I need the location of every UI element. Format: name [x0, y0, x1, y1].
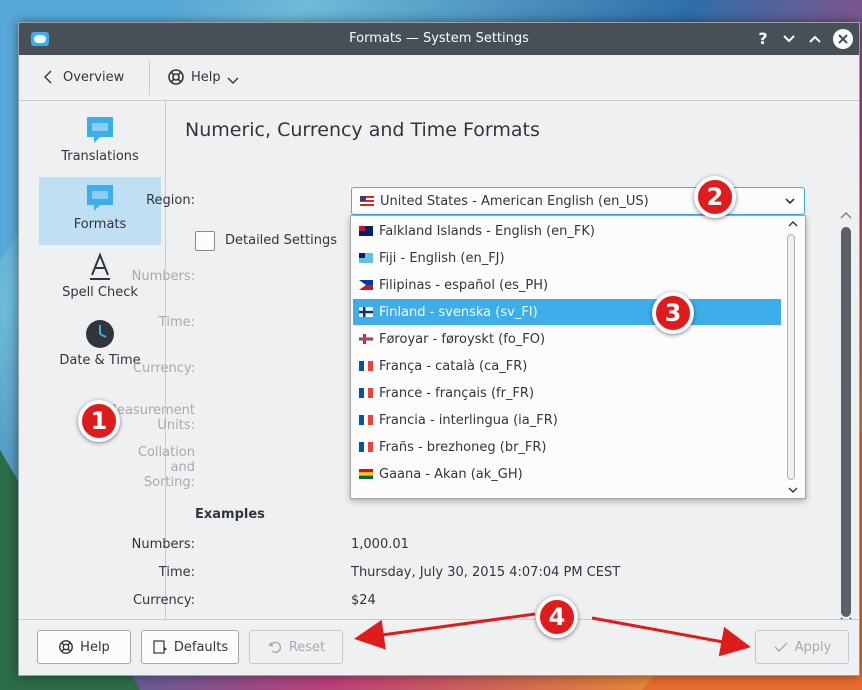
date-time-icon	[86, 320, 114, 348]
list-item[interactable]: France - français (fr_FR)	[353, 380, 781, 406]
overview-button[interactable]: Overview	[43, 69, 124, 85]
close-icon[interactable]	[833, 29, 853, 49]
list-scrollbar[interactable]	[787, 234, 795, 480]
france-flag	[359, 388, 373, 398]
list-item[interactable]: Filipinas - español (es_PH)	[353, 272, 781, 298]
defaults-button[interactable]: Defaults	[141, 630, 239, 664]
region-label: Region:	[146, 193, 195, 208]
list-scroll-up-icon[interactable]	[787, 218, 799, 230]
chevron-down-icon	[785, 198, 795, 205]
philippines-flag	[359, 280, 373, 290]
finland-flag	[359, 307, 373, 317]
page-title: Numeric, Currency and Time Formats	[185, 119, 540, 141]
reset-button-label: Reset	[288, 639, 326, 655]
apply-button[interactable]: Apply	[755, 630, 849, 664]
sidebar-item-label: Translations	[61, 149, 139, 164]
united-states-flag	[360, 196, 374, 206]
fiji-flag	[359, 253, 373, 263]
sidebar-item-label: Spell Check	[62, 285, 138, 300]
checkmark-icon	[774, 642, 788, 652]
list-item[interactable]: França - català (ca_FR)	[353, 353, 781, 379]
help-button[interactable]: Help	[37, 630, 131, 664]
help-lifebuoy-icon	[59, 640, 74, 654]
scrollbar-handle[interactable]	[841, 227, 851, 617]
time-setting-label: Time:	[158, 315, 195, 330]
annotation-badge-1: 1	[78, 400, 120, 442]
france-flag	[359, 415, 373, 425]
chevron-left-icon	[44, 70, 52, 84]
formats-icon	[87, 185, 113, 211]
france-flag	[359, 361, 373, 371]
help-menu-button[interactable]: Help	[167, 68, 239, 86]
ghana-flag	[359, 469, 373, 479]
help-label: Help	[191, 69, 221, 85]
main-content: Numeric, Currency and Time Formats Regio…	[106, 101, 859, 624]
region-combobox[interactable]: United States - American English (en_US)	[351, 187, 805, 215]
help-button-label: Help	[80, 639, 110, 655]
spell-check-icon	[90, 252, 110, 280]
faroe-islands-flag	[359, 334, 373, 344]
example-currency-value: $24	[351, 593, 376, 608]
list-item[interactable]: Fiji - English (en_FJ)	[353, 245, 781, 271]
list-item[interactable]: Francia - interlingua (ia_FR)	[353, 407, 781, 433]
numbers-setting-label: Numbers:	[131, 269, 195, 284]
reset-button[interactable]: Reset	[249, 630, 343, 664]
examples-heading: Examples	[195, 507, 265, 522]
document-revert-icon	[153, 640, 167, 654]
help-lifebuoy-icon	[168, 69, 184, 85]
annotation-badge-2: 2	[694, 176, 736, 218]
defaults-button-label: Defaults	[173, 639, 229, 655]
scroll-up-icon[interactable]	[839, 209, 853, 221]
collation-sorting-label: Collation and Sorting:	[137, 445, 195, 490]
list-item[interactable]: Gaana - Akan (ak_GH)	[353, 461, 781, 487]
falkland-islands-flag	[359, 226, 373, 236]
region-value: United States - American English (en_US)	[380, 193, 649, 209]
sidebar-item-label: Formats	[73, 217, 127, 232]
main-scrollbar[interactable]	[839, 209, 853, 624]
list-scroll-down-icon[interactable]	[787, 484, 799, 496]
list-item[interactable]: Frañs - brezhoneg (br_FR)	[353, 434, 781, 460]
system-settings-window: Formats — System Settings ? Overview Hel…	[18, 22, 860, 676]
chevron-down-icon	[227, 77, 239, 84]
detailed-settings-checkbox[interactable]	[195, 231, 215, 251]
undo-icon	[267, 641, 281, 654]
example-currency-label: Currency:	[132, 593, 195, 608]
annotation-badge-4: 4	[536, 596, 578, 638]
list-item[interactable]: Føroyar - føroyskt (fo_FO)	[353, 326, 781, 352]
window-title: Formats — System Settings	[349, 31, 529, 46]
example-numbers-value: 1,000.01	[351, 537, 409, 552]
annotation-badge-3: 3	[652, 292, 694, 334]
overview-label: Overview	[63, 69, 125, 85]
maximize-icon[interactable]	[803, 27, 827, 51]
example-time-value: Thursday, July 30, 2015 4:07:04 PM CEST	[351, 565, 621, 580]
toolbar: Overview Help	[19, 55, 859, 101]
translations-icon	[87, 117, 113, 143]
title-bar[interactable]: Formats — System Settings ?	[19, 23, 859, 55]
currency-setting-label: Currency:	[132, 361, 195, 376]
help-icon[interactable]: ?	[751, 27, 775, 51]
list-item[interactable]: Falkland Islands - English (en_FK)	[353, 218, 781, 244]
example-time-label: Time:	[158, 565, 195, 580]
list-item-selected[interactable]: Finland - svenska (sv_FI)	[353, 299, 781, 325]
sidebar-item-translations[interactable]: Translations	[39, 109, 161, 177]
toolbar-separator	[149, 61, 150, 95]
france-flag	[359, 442, 373, 452]
dialog-button-bar: Help Defaults Reset Apply	[19, 619, 859, 675]
sidebar-item-formats[interactable]: Formats	[39, 177, 161, 245]
example-numbers-label: Numbers:	[131, 537, 195, 552]
region-dropdown-list[interactable]: Falkland Islands - English (en_FK) Fiji …	[350, 215, 806, 499]
apply-button-label: Apply	[794, 639, 832, 655]
detailed-settings-label: Detailed Settings	[225, 233, 337, 248]
minimize-icon[interactable]	[777, 27, 801, 51]
